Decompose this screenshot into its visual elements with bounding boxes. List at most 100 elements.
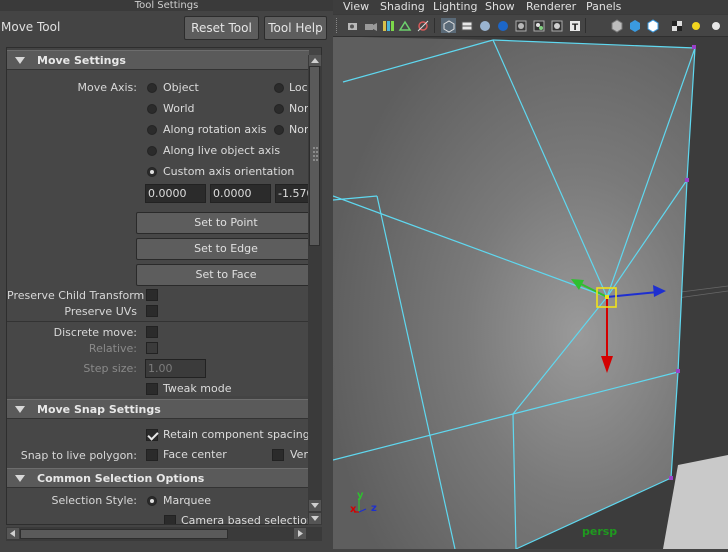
scrollbar-thumb[interactable] [309,66,320,246]
move-axis-label: Move Axis: [77,81,137,94]
set-to-edge-button[interactable]: Set to Edge [136,238,316,260]
horizontal-scrollbar-thumb[interactable] [20,529,228,539]
tool-name: Move Tool [1,20,61,34]
bounding-box-icon[interactable] [609,18,624,33]
move-settings-header[interactable]: Move Settings [7,50,309,70]
discrete-move-label: Discrete move: [53,326,137,339]
menu-show[interactable]: Show [485,0,515,13]
relative-checkbox[interactable] [146,342,158,354]
section-title: Move Settings [37,54,126,67]
scroll-up-arrow-icon[interactable] [309,55,321,66]
smooth-shade-icon[interactable] [459,18,474,33]
default-light-icon[interactable] [708,18,723,33]
face-center-checkbox[interactable] [146,449,158,461]
perspective-viewport[interactable]: View Shading Lighting Show Renderer Pane… [332,0,728,550]
horizontal-scrollbar[interactable] [6,527,322,541]
scroll-down-arrow-icon-1[interactable] [309,500,321,511]
scroll-down-arrow-icon-2[interactable] [309,513,321,524]
light-bulb-icon[interactable] [688,18,703,33]
preserve-child-checkbox[interactable] [146,289,158,301]
selection-style-label: Selection Style: [51,494,137,507]
move-snap-settings-body: Retain component spacing Snap to live po… [7,419,312,469]
viewport-menubar: View Shading Lighting Show Renderer Pane… [333,0,728,14]
face-center-label: Face center [163,448,227,461]
scroll-left-arrow-icon[interactable] [7,528,19,539]
preserve-uvs-label: Preserve UVs [64,305,137,318]
xray-icon[interactable] [627,18,642,33]
preserve-child-label: Preserve Child Transform [7,289,145,302]
toolbar-grip-icon [336,18,340,33]
menu-renderer[interactable]: Renderer [526,0,576,13]
scene-canvas[interactable] [332,37,728,550]
menu-lighting[interactable]: Lighting [433,0,477,13]
tool-settings-panel: Tool Settings Move Tool Reset Tool Tool … [0,0,333,549]
section-title: Common Selection Options [37,472,205,485]
settings-scroll-area: Move Settings Move Axis: Object Loca Wor… [6,47,322,525]
radio-along-rotation[interactable] [147,125,157,135]
menu-panels[interactable]: Panels [586,0,621,13]
select-camera-icon[interactable] [345,18,360,33]
camera-based-checkbox[interactable] [164,515,176,524]
option-along-rotation: Along rotation axis [163,123,267,136]
camera-based-label: Camera based selection [181,514,314,525]
selected-vertex[interactable] [605,295,609,299]
tweak-mode-label: Tweak mode [163,382,232,395]
ambient-occlusion-icon[interactable] [549,18,564,33]
step-size-label: Step size: [83,362,137,375]
section-title: Move Snap Settings [37,403,161,416]
bookmarks-icon[interactable] [380,18,395,33]
preserve-uvs-checkbox[interactable] [146,305,158,317]
menu-view[interactable]: View [343,0,369,13]
menu-shading[interactable]: Shading [380,0,425,13]
radio-world[interactable] [147,104,157,114]
scroll-right-arrow-icon[interactable] [294,528,306,539]
toolbar-separator [434,18,435,33]
retain-spacing-label: Retain component spacing [163,428,310,441]
radio-object[interactable] [147,83,157,93]
discrete-move-checkbox[interactable] [146,326,158,338]
tool-help-button[interactable]: Tool Help [264,16,327,40]
lighting-icon[interactable] [513,18,528,33]
camera-attributes-icon[interactable] [363,18,378,33]
radio-along-live[interactable] [147,146,157,156]
axis-x-label: x [350,504,357,515]
marquee-label: Marquee [163,494,212,507]
vertical-scrollbar[interactable] [308,55,322,525]
set-to-point-button[interactable]: Set to Point [136,212,316,234]
shadows-icon[interactable] [531,18,546,33]
option-custom-axis: Custom axis orientation [163,165,295,178]
wireframe-icon[interactable] [441,18,456,33]
set-to-face-button[interactable]: Set to Face [136,264,316,286]
common-selection-options-header[interactable]: Common Selection Options [7,468,309,488]
radio-custom-axis[interactable] [147,167,157,177]
retain-spacing-checkbox[interactable] [146,429,158,441]
radio-local[interactable] [274,83,284,93]
option-object: Object [163,81,199,94]
radio-marquee[interactable] [147,496,157,506]
image-plane-icon[interactable] [397,18,412,33]
step-size-field[interactable]: 1.00 [145,359,206,378]
move-snap-settings-header[interactable]: Move Snap Settings [7,399,309,419]
camera-name-label: persp [582,525,618,538]
axis-z-label: z [371,503,377,514]
snapshot-icon[interactable] [415,18,430,33]
scene-view[interactable]: y x z [332,37,728,550]
common-selection-options-body: Selection Style: Marquee Camera based se… [7,488,314,524]
custom-axis-y-field[interactable]: 0.0000 [210,184,271,203]
collapse-arrow-icon [15,475,25,482]
radio-normal-1[interactable] [274,104,284,114]
collapse-arrow-icon [15,406,25,413]
shaded-sphere-icon[interactable] [477,18,492,33]
vert-checkbox[interactable] [272,449,284,461]
tweak-mode-checkbox[interactable] [146,383,158,395]
checker-texture-icon[interactable] [669,18,684,33]
svg-text:T: T [572,23,579,33]
custom-axis-x-field[interactable]: 0.0000 [145,184,206,203]
textured-icon[interactable] [495,18,510,33]
xray-joints-icon[interactable] [645,18,660,33]
collapse-arrow-icon [15,57,25,64]
text-icon[interactable]: T [567,18,582,33]
radio-normal-2[interactable] [274,125,284,135]
axis-y-label: y [357,490,364,501]
reset-tool-button[interactable]: Reset Tool [184,16,259,40]
